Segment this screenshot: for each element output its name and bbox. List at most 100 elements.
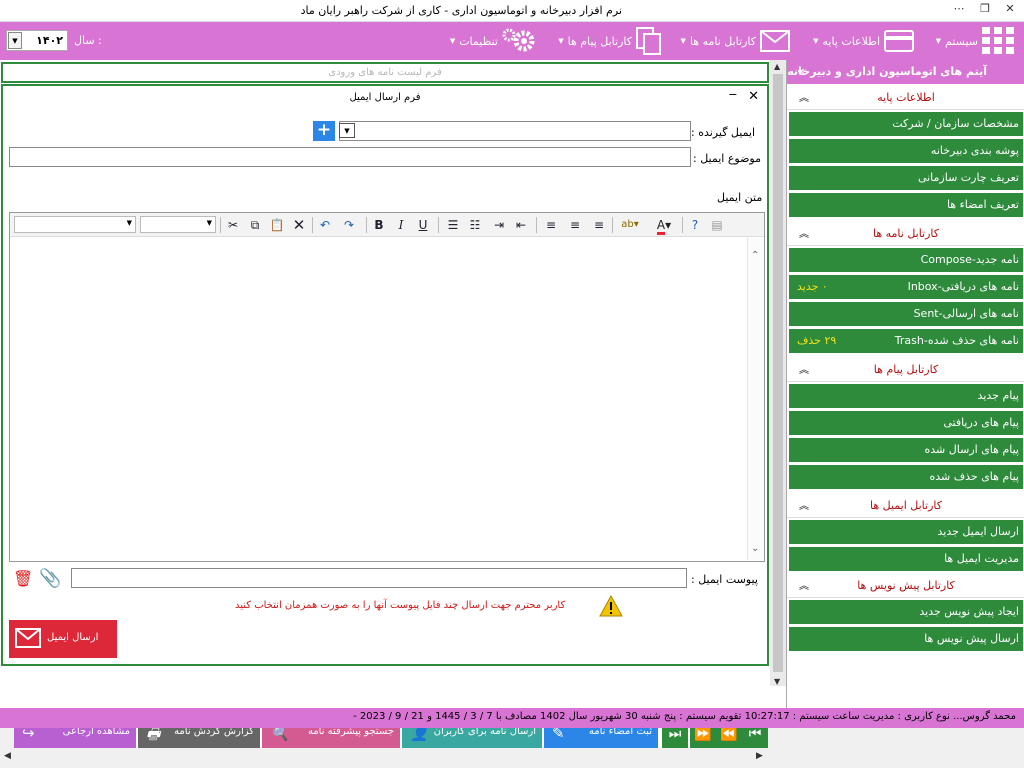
double-chevron-right-icon[interactable]: » bbox=[797, 64, 805, 78]
letters-menu[interactable]: کارتابل نامه ها ▼ bbox=[677, 22, 790, 60]
chevron-down-icon[interactable]: ▼ bbox=[339, 123, 355, 138]
sidebar-item-signatures[interactable]: تعریف امضاء ها bbox=[789, 193, 1023, 218]
year-select[interactable]: ▼ ۱۴۰۲ bbox=[6, 30, 68, 51]
sidebar-item-inbox[interactable]: نامه های دریافتی-Inbox ۰ جدید bbox=[789, 275, 1023, 300]
year-value: ۱۴۰۲ bbox=[36, 34, 63, 47]
ellipsis-icon[interactable]: ⋯ bbox=[950, 2, 968, 18]
sidebar-item-trash[interactable]: نامه های حذف شده-Trash ۲۹ حذف bbox=[789, 329, 1023, 354]
bold-icon[interactable]: B bbox=[370, 216, 388, 234]
grid-icon bbox=[982, 27, 1014, 54]
paperclip-icon[interactable]: 📎 bbox=[39, 568, 63, 590]
editor-scrollbar[interactable]: ⌃ ⌄ bbox=[747, 238, 764, 560]
section-header-messages[interactable]: کارتابل پیام ها ︽ bbox=[787, 358, 1024, 382]
sidebar-item-deleted-messages[interactable]: پیام های حذف شده bbox=[789, 465, 1023, 490]
copy-icon[interactable]: ⧉ bbox=[246, 216, 264, 234]
sidebar-item-manage-emails[interactable]: مدیریت ایمیل ها bbox=[789, 547, 1023, 572]
sidebar-item-label: نامه های دریافتی-Inbox bbox=[907, 280, 1019, 293]
trash-icon[interactable]: 🗑 bbox=[13, 569, 33, 591]
restore-icon[interactable]: ❐ bbox=[976, 2, 994, 18]
help-icon[interactable]: ? bbox=[686, 216, 704, 234]
horizontal-scrollbar[interactable]: ◀ ▶ bbox=[0, 748, 786, 768]
attachment-input[interactable] bbox=[71, 568, 687, 588]
sidebar-item-new-draft[interactable]: ایجاد پیش نویس جدید bbox=[789, 600, 1023, 625]
sidebar-item-org-chart[interactable]: تعریف چارت سازمانی bbox=[789, 166, 1023, 191]
chevron-left-icon[interactable]: ◀ bbox=[4, 751, 11, 761]
section-header-letters[interactable]: کارتابل نامه ها ︽ bbox=[787, 222, 1024, 246]
double-chevron-up-icon[interactable]: ︽ bbox=[799, 361, 809, 376]
section-header-base-info[interactable]: اطلاعات پایه ︽ bbox=[787, 86, 1024, 110]
double-chevron-up-icon[interactable]: ︽ bbox=[799, 497, 809, 512]
scrollbar-thumb[interactable] bbox=[773, 74, 783, 672]
cut-icon[interactable]: ✂ bbox=[224, 216, 242, 234]
toolbar-separator bbox=[438, 217, 439, 233]
chevron-down-icon[interactable]: ▼ bbox=[774, 677, 780, 686]
sidebar-item-send-drafts[interactable]: ارسال پیش نویس ها bbox=[789, 627, 1023, 652]
sidebar-item-label: ارسال ایمیل جدید bbox=[937, 525, 1019, 538]
indent-icon[interactable]: ⇥ bbox=[490, 216, 508, 234]
bullet-list-icon[interactable]: ☷ bbox=[466, 216, 484, 234]
paste-icon[interactable]: 📋 bbox=[268, 216, 286, 234]
vertical-scrollbar[interactable]: ▲ ▼ bbox=[770, 60, 786, 686]
form-title: فرم ارسال ایمیل bbox=[349, 92, 421, 103]
new-count-badge: ۰ جدید bbox=[797, 280, 828, 293]
sidebar-item-label: پوشه بندی دبیرخانه bbox=[930, 144, 1019, 157]
recipient-label: ایمیل گیرنده : bbox=[691, 126, 756, 139]
window-title: نرم افزار دبیرخانه و اتوماسیون اداری - ک… bbox=[300, 4, 622, 17]
sidebar-item-send-new-email[interactable]: ارسال ایمیل جدید bbox=[789, 520, 1023, 545]
sidebar-item-org-details[interactable]: مشخصات سازمان / شرکت bbox=[789, 112, 1023, 137]
chevron-up-icon[interactable]: ▲ bbox=[774, 62, 780, 71]
rich-text-editor[interactable]: ▼ ▼ ✂ ⧉ 📋 ✕ ↶ ↷ B I U ☰ ☷ ⇥ ⇤ ≡ ≡ ≡ ab▾ … bbox=[9, 212, 765, 562]
sidebar-item-label: تعریف امضاء ها bbox=[946, 198, 1019, 211]
close-icon[interactable]: ✕ bbox=[748, 89, 759, 104]
system-menu[interactable]: سیستم ▼ bbox=[932, 22, 1014, 60]
sidebar-item-folders[interactable]: پوشه بندی دبیرخانه bbox=[789, 139, 1023, 164]
sidebar-item-sent-messages[interactable]: پیام های ارسال شده bbox=[789, 438, 1023, 463]
align-left-icon[interactable]: ≡ bbox=[542, 216, 560, 234]
body-label: متن ایمیل bbox=[717, 191, 763, 204]
chevron-up-icon[interactable]: ⌃ bbox=[751, 250, 759, 261]
chevron-down-icon: ▼ bbox=[558, 37, 564, 45]
close-icon[interactable]: ✕ bbox=[1001, 2, 1019, 18]
recipient-input[interactable] bbox=[339, 121, 691, 141]
chevron-right-icon[interactable]: ▶ bbox=[756, 751, 763, 761]
add-recipient-button[interactable]: + bbox=[313, 121, 335, 141]
sidebar-item-received-messages[interactable]: پیام های دریافتی bbox=[789, 411, 1023, 436]
highlight-icon[interactable]: ab▾ bbox=[616, 216, 644, 234]
incoming-letters-form[interactable]: فرم لیست نامه های ورودی bbox=[1, 62, 769, 83]
double-chevron-up-icon[interactable]: ︽ bbox=[799, 89, 809, 104]
sidebar-item-compose[interactable]: نامه جدید-Compose bbox=[789, 248, 1023, 273]
numbered-list-icon[interactable]: ☰ bbox=[444, 216, 462, 234]
outdent-icon[interactable]: ⇤ bbox=[512, 216, 530, 234]
clear-icon[interactable]: ✕ bbox=[290, 216, 308, 234]
align-center-icon[interactable]: ≡ bbox=[566, 216, 584, 234]
section-header-emails[interactable]: کارتابل ایمیل ها ︽ bbox=[787, 494, 1024, 518]
sidebar-item-sent[interactable]: نامه های ارسالی-Sent bbox=[789, 302, 1023, 327]
align-right-icon[interactable]: ≡ bbox=[590, 216, 608, 234]
underline-icon[interactable]: U bbox=[414, 216, 432, 234]
font-color-icon[interactable]: A▾ bbox=[650, 216, 678, 235]
double-chevron-up-icon[interactable]: ︽ bbox=[799, 577, 809, 592]
envelope-icon bbox=[760, 30, 790, 52]
year-label: سال : bbox=[74, 34, 102, 47]
section-header-drafts[interactable]: کارتابل پیش نویس ها ︽ bbox=[787, 574, 1024, 598]
redo-icon[interactable]: ↷ bbox=[340, 216, 358, 234]
font-size-select[interactable]: ▼ bbox=[14, 216, 136, 233]
source-icon[interactable]: ▤ bbox=[708, 216, 726, 234]
minimize-icon[interactable]: ‒ bbox=[729, 87, 737, 102]
toolbar-separator bbox=[366, 217, 367, 233]
chevron-down-icon[interactable]: ▼ bbox=[8, 32, 22, 49]
double-chevron-up-icon[interactable]: ︽ bbox=[799, 225, 809, 240]
sidebar-item-new-message[interactable]: پیام جدید bbox=[789, 384, 1023, 409]
sidebar-item-label: پیام جدید bbox=[977, 389, 1019, 402]
messages-menu[interactable]: کارتابل پیام ها ▼ bbox=[554, 22, 662, 60]
settings-menu[interactable]: تنظیمات ▼ bbox=[446, 22, 536, 60]
italic-icon[interactable]: I bbox=[392, 216, 410, 234]
font-family-select[interactable]: ▼ bbox=[140, 216, 216, 233]
send-email-button[interactable]: ارسال ایمیل bbox=[9, 620, 117, 658]
undo-icon[interactable]: ↶ bbox=[316, 216, 334, 234]
chevron-down-icon: ▼ bbox=[449, 37, 456, 45]
chevron-down-icon[interactable]: ⌄ bbox=[751, 543, 759, 554]
subject-input[interactable] bbox=[9, 147, 691, 167]
toolbar-separator bbox=[536, 217, 537, 233]
base-info-menu[interactable]: اطلاعات پایه ▼ bbox=[809, 22, 914, 60]
